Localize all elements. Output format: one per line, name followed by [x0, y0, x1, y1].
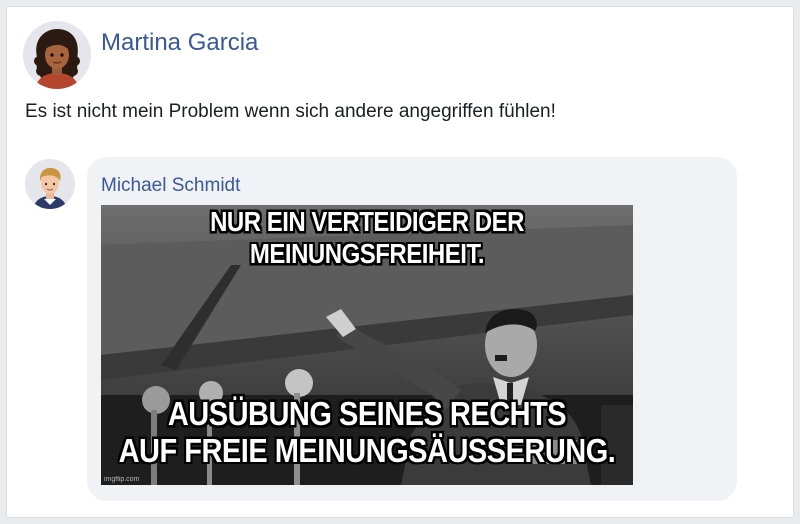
- meme-top-text: NUR EIN VERTEIDIGER DER MEINUNGSFREIHEIT…: [210, 206, 524, 271]
- meme-bottom-line-1: AUSÜBUNG SEINES RECHTS: [167, 396, 567, 433]
- meme-watermark: imgflip.com: [104, 476, 140, 483]
- author-avatar[interactable]: [23, 21, 91, 89]
- commenter-avatar[interactable]: [25, 159, 75, 209]
- post-text: Es ist nicht mein Problem wenn sich ande…: [25, 101, 556, 122]
- meme-image[interactable]: NUR EIN VERTEIDIGER DER MEINUNGSFREIHEIT…: [101, 205, 633, 485]
- avatar-woman-icon: [23, 21, 91, 89]
- post-author-name[interactable]: Martina Garcia: [101, 29, 258, 57]
- post-header: Martina Garcia: [23, 21, 258, 89]
- meme-bottom-line-2: AUF FREIE MEINUNGSÄUSSERUNG.: [118, 433, 616, 470]
- meme-bottom-text: AUSÜBUNG SEINES RECHTS AUF FREIE MEINUNG…: [101, 396, 633, 470]
- comment-author-name[interactable]: Michael Schmidt: [101, 175, 240, 197]
- avatar-man-icon: [25, 159, 75, 209]
- comment-bubble: Michael Schmidt NUR EIN VERTEIDIGER DER …: [87, 157, 737, 501]
- comment: Michael Schmidt NUR EIN VERTEIDIGER DER …: [25, 157, 739, 501]
- post-card: Martina Garcia Es ist nicht mein Problem…: [6, 6, 794, 518]
